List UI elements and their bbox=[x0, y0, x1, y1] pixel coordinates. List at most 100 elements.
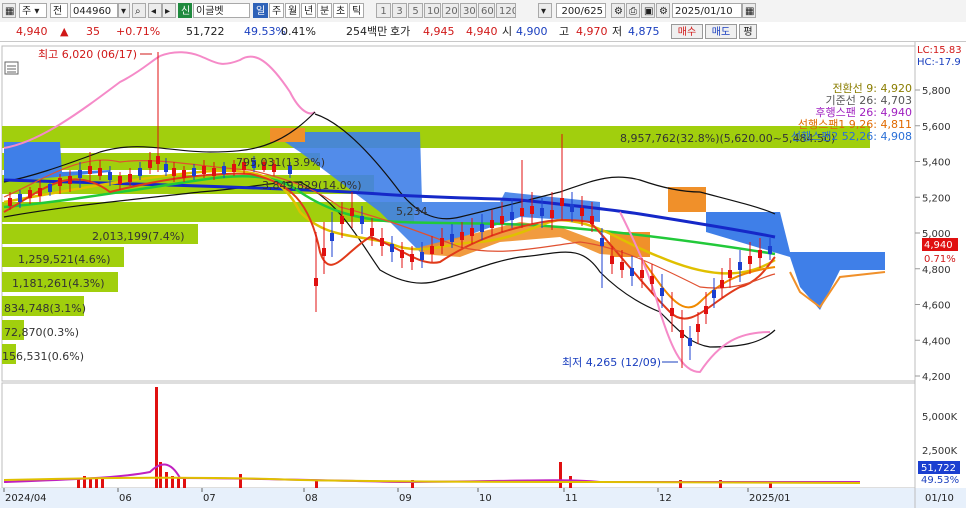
candle-body bbox=[8, 198, 12, 206]
grid-icon[interactable]: ▦ bbox=[2, 3, 16, 18]
month-label: 11 bbox=[565, 493, 578, 504]
change-rate: +0.71% bbox=[116, 25, 161, 38]
low-price: 4,875 bbox=[628, 25, 660, 38]
month-label: 07 bbox=[203, 493, 216, 504]
buy-button[interactable]: 매수 bbox=[671, 24, 703, 39]
volume-profile-label: 1,259,521(4.6%) bbox=[18, 253, 111, 266]
period-tab-5[interactable]: 초 bbox=[333, 3, 348, 18]
period-tab-0[interactable]: 일 bbox=[253, 3, 268, 18]
ichimoku-legend-label: 선행스팬2 52,26: 4,908 bbox=[791, 130, 912, 143]
ask-label: 호가 bbox=[390, 25, 411, 38]
candle-body bbox=[192, 168, 196, 176]
sell-button[interactable]: 매도 bbox=[705, 24, 737, 39]
volume-bar bbox=[155, 387, 158, 488]
open-price: 4,900 bbox=[516, 25, 548, 38]
candle-body bbox=[28, 190, 32, 198]
print-icon[interactable]: ⎙ bbox=[626, 3, 640, 18]
refresh-icon[interactable]: ⚙ bbox=[656, 3, 670, 18]
candle-body bbox=[680, 330, 684, 338]
candle-body bbox=[640, 270, 644, 278]
period-tab-6[interactable]: 틱 bbox=[349, 3, 364, 18]
interval-tab-1[interactable]: 3 bbox=[392, 3, 407, 18]
candle-body bbox=[314, 278, 318, 286]
candle-body bbox=[688, 338, 692, 346]
candle-body bbox=[768, 246, 772, 254]
candle-body bbox=[480, 224, 484, 232]
candle-body bbox=[650, 276, 654, 284]
up-arrow-icon: ▲ bbox=[60, 25, 69, 38]
turnover-rate: 0.41% bbox=[281, 25, 316, 38]
low-label: 저 bbox=[612, 25, 623, 38]
candle-body bbox=[78, 170, 82, 178]
market-mode-select[interactable]: 전 bbox=[50, 3, 68, 18]
volume-profile-label: 156,531(0.6%) bbox=[2, 350, 84, 363]
interval-dropdown-icon[interactable]: ▾ bbox=[538, 3, 552, 18]
code-dropdown-icon[interactable]: ▾ bbox=[118, 3, 130, 18]
interval-tab-4[interactable]: 20 bbox=[442, 3, 459, 18]
candle-body bbox=[38, 188, 42, 196]
search-icon[interactable]: ⌕ bbox=[132, 3, 146, 18]
candle-body bbox=[400, 250, 404, 258]
candle-body bbox=[390, 244, 394, 252]
candle-body bbox=[500, 216, 504, 224]
price-tick-label: 4,600 bbox=[922, 301, 951, 312]
volume-bar bbox=[239, 474, 242, 488]
price-chart-svg[interactable]: 5,8005,6005,4005,2005,0004,8004,6004,400… bbox=[0, 42, 966, 508]
interval-tab-6[interactable]: 60 bbox=[478, 3, 495, 18]
candle-body bbox=[758, 250, 762, 258]
candle-body bbox=[620, 262, 624, 270]
candle-body bbox=[48, 184, 52, 192]
price-tick-label: 4,200 bbox=[922, 372, 951, 383]
interval-tab-3[interactable]: 10 bbox=[424, 3, 441, 18]
interval-tab-5[interactable]: 30 bbox=[460, 3, 477, 18]
volume-bar bbox=[89, 479, 92, 488]
candle-body bbox=[540, 208, 544, 216]
date-input[interactable]: 2025/01/10 bbox=[672, 3, 742, 18]
data-count-input[interactable]: 200/625 bbox=[556, 3, 606, 18]
stock-code-input[interactable]: 044960 bbox=[70, 3, 118, 18]
month-label: 2024/04 bbox=[5, 493, 47, 504]
lc-label: LC:15.83 bbox=[917, 45, 962, 56]
volume-profile-label: 795,031(13.9%) bbox=[236, 156, 325, 169]
candle-body bbox=[182, 170, 186, 178]
stock-name-field: 이글벳 bbox=[193, 3, 250, 18]
prev-stock-icon[interactable]: ◂ bbox=[148, 3, 162, 18]
period-tab-3[interactable]: 년 bbox=[301, 3, 316, 18]
period-tab-1[interactable]: 주 bbox=[269, 3, 284, 18]
price-tick-label: 5,800 bbox=[922, 86, 951, 97]
month-label: 12 bbox=[659, 493, 672, 504]
period-tab-2[interactable]: 월 bbox=[285, 3, 300, 18]
month-label: 10 bbox=[479, 493, 492, 504]
candle-body bbox=[212, 168, 216, 176]
candle-body bbox=[118, 176, 122, 184]
interval-tab-2[interactable]: 5 bbox=[408, 3, 423, 18]
candle-body bbox=[712, 290, 716, 298]
next-stock-icon[interactable]: ▸ bbox=[162, 3, 176, 18]
candle-body bbox=[600, 238, 604, 246]
interval-tab-0[interactable]: 1 bbox=[376, 3, 391, 18]
candle-body bbox=[430, 246, 434, 254]
candle-body bbox=[18, 194, 22, 202]
candle-body bbox=[520, 208, 524, 216]
month-label: 08 bbox=[305, 493, 318, 504]
calendar-icon[interactable]: ▦ bbox=[742, 3, 756, 18]
candle-body bbox=[590, 216, 594, 224]
candle-body bbox=[222, 166, 226, 174]
period-mode-select[interactable]: 주 ▾ bbox=[19, 3, 47, 18]
high-note-label: 최고 6,020 (06/17) bbox=[38, 48, 137, 61]
save-icon[interactable]: ▣ bbox=[641, 3, 655, 18]
candle-body bbox=[340, 216, 344, 224]
period-tab-4[interactable]: 분 bbox=[317, 3, 332, 18]
volume-tag-label: 51,722 bbox=[921, 463, 956, 474]
price-chart-area[interactable]: 5,800 5,600 5,400 5,200 5,000 4,800 4,600 4,400… bbox=[0, 42, 966, 508]
month-label: 06 bbox=[119, 493, 132, 504]
candle-body bbox=[68, 176, 72, 184]
eval-button[interactable]: 평 bbox=[739, 24, 757, 39]
price-tick-label: 5,200 bbox=[922, 193, 951, 204]
candle-body bbox=[350, 208, 354, 216]
volume-bar bbox=[559, 462, 562, 488]
candle-body bbox=[550, 210, 554, 218]
interval-tab-7[interactable]: 120 bbox=[496, 3, 516, 18]
settings-icon[interactable]: ⚙ bbox=[611, 3, 625, 18]
current-price-tag-label: 4,940 bbox=[924, 240, 953, 251]
